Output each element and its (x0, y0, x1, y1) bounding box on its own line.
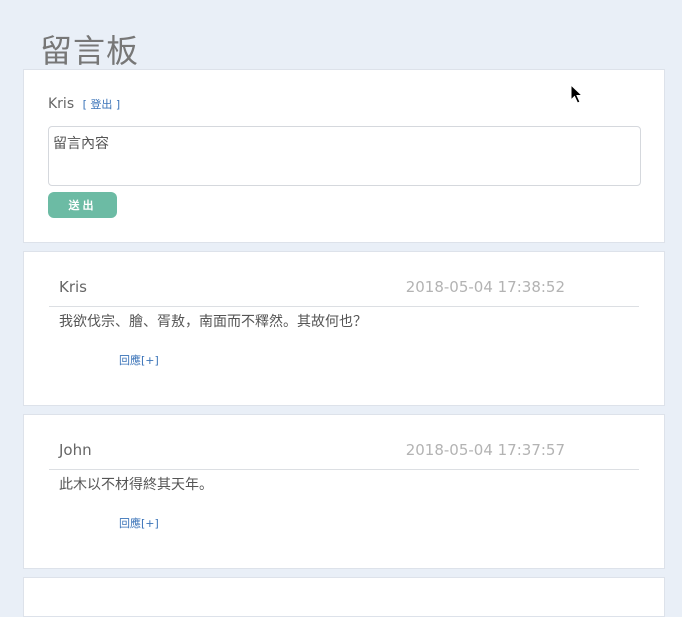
comment-content: 我欲伐宗、膾、胥敖，南面而不釋然。其故何也？ (59, 314, 367, 330)
comment-author: Kris (59, 278, 87, 296)
comment-author: John (59, 441, 92, 459)
mouse-cursor-icon (570, 84, 584, 104)
comment-card-partial (23, 577, 665, 617)
comment-timestamp: 2018-05-04 17:38:52 (405, 278, 565, 296)
comment-content: 此木以不材得終其天年。 (59, 477, 213, 493)
submit-button[interactable]: 送出 (48, 192, 117, 218)
comment-timestamp: 2018-05-04 17:37:57 (405, 441, 565, 459)
comment-header: Kris 2018-05-04 17:38:52 (49, 277, 639, 307)
reply-link[interactable]: 回應[+] (119, 515, 159, 531)
comment-header: John 2018-05-04 17:37:57 (49, 440, 639, 470)
comment-card: Kris 2018-05-04 17:38:52 我欲伐宗、膾、胥敖，南面而不釋… (23, 251, 665, 406)
reply-link[interactable]: 回應[+] (119, 352, 159, 368)
message-input[interactable] (48, 126, 641, 186)
current-user: Kris [ 登出 ] (48, 96, 120, 112)
comment-card: John 2018-05-04 17:37:57 此木以不材得終其天年。 回應[… (23, 414, 665, 569)
compose-card: Kris [ 登出 ] 送出 (23, 69, 665, 243)
username-label: Kris (48, 96, 75, 112)
page-title: 留言板 (40, 32, 140, 70)
logout-link[interactable]: [ 登出 ] (83, 98, 121, 111)
